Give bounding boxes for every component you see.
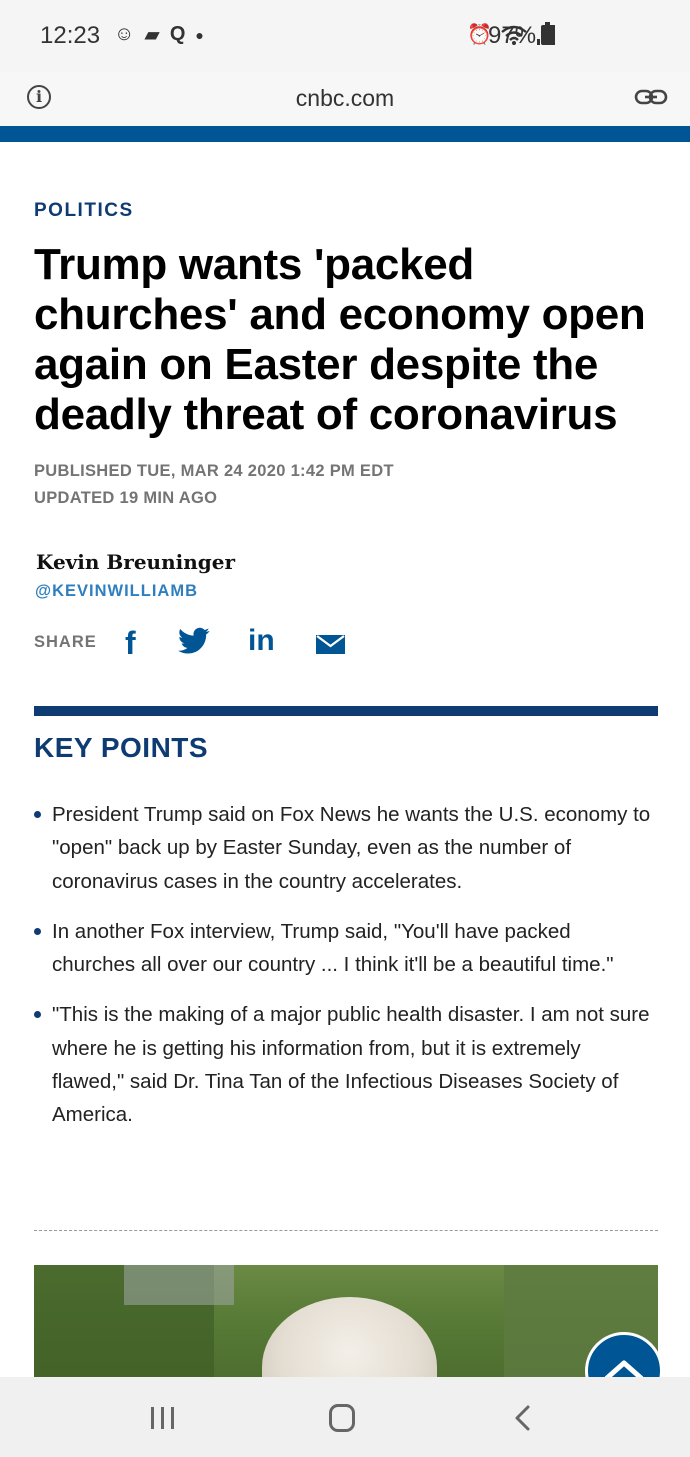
home-icon[interactable] [329,1404,355,1432]
author-handle[interactable]: @KEVINWILLIAMB [35,582,198,601]
published-date: PUBLISHED TUE, MAR 24 2020 1:42 PM EDT [34,462,394,480]
updated-time: UPDATED 19 MIN AGO [34,489,218,507]
battery-icon [541,22,554,45]
url-text[interactable]: cnbc.com [0,85,690,112]
key-points-title: KEY POINTS [34,732,209,763]
key-point: "This is the making of a major public he… [34,998,658,1131]
author-name[interactable]: Kevin Breuninger [36,550,235,574]
status-left-icons: ☺ ▰ Q ● [114,22,204,47]
battery-percent: 97% [488,22,537,49]
email-icon[interactable] [316,635,345,654]
back-icon[interactable] [512,1404,532,1432]
linkedin-icon[interactable]: in [248,624,275,658]
headline: Trump wants 'packed churches' and econom… [34,240,646,439]
section-label[interactable]: POLITICS [34,200,134,222]
mascot-icon: ☺ [114,23,135,45]
dashed-divider [34,1230,658,1231]
key-point: In another Fox interview, Trump said, "Y… [34,915,658,982]
key-point: President Trump said on Fox News he want… [34,798,658,898]
article-hero-image[interactable] [34,1265,658,1377]
twitter-icon[interactable] [178,627,210,655]
bag-icon: ▰ [144,24,160,46]
recents-icon[interactable] [149,1405,177,1431]
key-points-list: President Trump said on Fox News he want… [34,798,658,1149]
brand-bar [0,126,690,142]
facebook-icon[interactable]: f [125,625,136,662]
status-bar [0,0,690,72]
dot-icon: ● [195,26,204,43]
q-icon: Q [169,23,186,45]
status-time: 12:23 [40,22,101,49]
link-icon[interactable] [634,89,668,105]
key-points-rule [34,706,658,716]
share-label: SHARE [34,633,97,651]
